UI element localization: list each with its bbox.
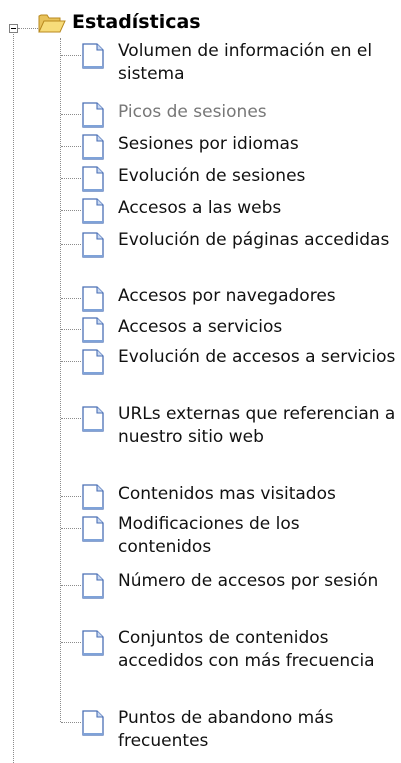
document-icon <box>82 166 104 192</box>
document-icon <box>82 710 104 736</box>
document-icon <box>82 484 104 510</box>
tree-connector <box>61 361 81 362</box>
document-icon <box>82 286 104 312</box>
tree-item-label: Accesos por navegadores <box>118 286 336 306</box>
tree-connector <box>61 585 81 586</box>
document-icon <box>82 317 104 343</box>
tree-connector <box>61 722 81 723</box>
tree-item-label: Evolución de accesos a servicios <box>118 347 396 367</box>
tree-view: Estadísticas Volumen de información en e… <box>0 0 401 763</box>
document-icon <box>82 349 104 375</box>
tree-item-label: Número de accesos por sesión <box>118 571 379 591</box>
tree-connector <box>61 642 81 643</box>
collapse-toggle[interactable] <box>9 24 18 33</box>
tree-item-label: Sesiones por idiomas <box>118 134 299 154</box>
tree-connector <box>61 55 81 56</box>
document-icon <box>82 406 104 432</box>
document-icon <box>82 630 104 656</box>
tree-connector <box>61 146 81 147</box>
tree-item-label: Accesos a las webs <box>118 198 282 218</box>
document-icon <box>82 516 104 542</box>
tree-connector <box>61 178 81 179</box>
tree-item-label: URLs externas que referencian a nuestro … <box>118 404 396 447</box>
document-icon <box>82 232 104 258</box>
tree-connector <box>61 329 81 330</box>
tree-item-label: Evolución de páginas accedidas <box>118 230 390 250</box>
tree-connector <box>61 418 81 419</box>
tree-connector <box>61 114 81 115</box>
tree-item-label: Modificaciones de los contenidos <box>118 514 300 557</box>
tree-guide-children <box>60 38 61 722</box>
document-icon <box>82 573 104 599</box>
tree-item-label: Puntos de abandono más frecuentes <box>118 708 334 751</box>
tree-guide-root-connector <box>18 28 38 29</box>
document-icon <box>82 198 104 224</box>
tree-item-label: Picos de sesiones <box>118 102 267 122</box>
tree-item-label: Contenidos mas visitados <box>118 484 336 504</box>
tree-connector <box>61 528 81 529</box>
tree-item-label: Conjuntos de contenidos accedidos con má… <box>118 628 375 671</box>
tree-guide-root <box>13 34 14 763</box>
document-icon <box>82 102 104 128</box>
tree-item-label: Volumen de información en el sistema <box>118 41 373 84</box>
document-icon <box>82 134 104 160</box>
folder-open-icon <box>38 14 66 33</box>
tree-root-label: Estadísticas <box>72 11 201 33</box>
tree-item-label: Evolución de sesiones <box>118 166 306 186</box>
document-icon <box>82 43 104 69</box>
tree-connector <box>61 244 81 245</box>
tree-connector <box>61 210 81 211</box>
tree-connector <box>61 298 81 299</box>
tree-item-label: Accesos a servicios <box>118 317 283 337</box>
tree-connector <box>61 496 81 497</box>
